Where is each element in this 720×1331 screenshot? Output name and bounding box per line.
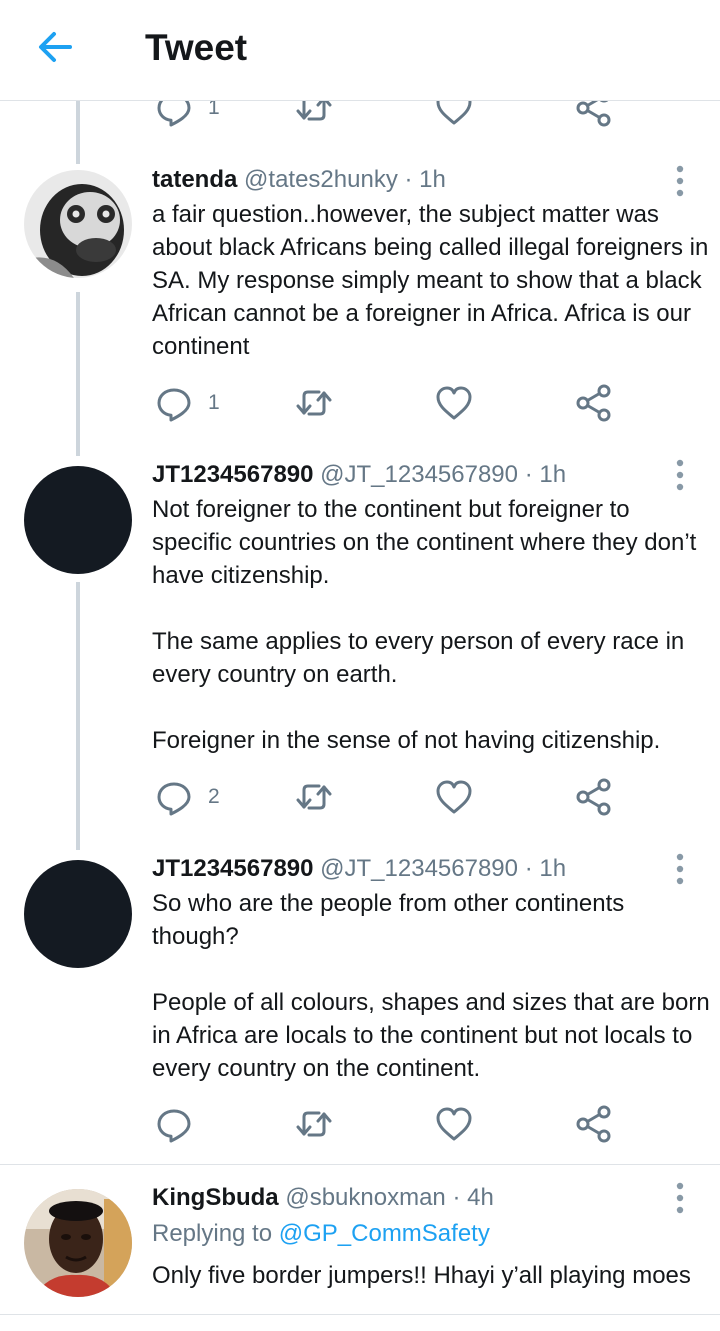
replying-to-label: Replying to (152, 1220, 273, 1247)
tweet-paragraph: a fair question..however, the subject ma… (152, 201, 709, 360)
retweet-icon (294, 777, 334, 817)
avatar[interactable] (24, 1189, 132, 1297)
display-name[interactable]: JT1234567890 (152, 855, 313, 882)
tweet-paragraph: Not foreigner to the continent but forei… (152, 496, 697, 589)
share-button[interactable] (574, 777, 614, 817)
share-button[interactable] (574, 1104, 614, 1144)
heart-icon (434, 777, 474, 817)
bottom-edge (0, 1314, 720, 1331)
tweet-header: KingSbuda @sbuknoxman · 4h (152, 1184, 494, 1212)
reply-button[interactable]: 1 (154, 383, 220, 423)
avatar[interactable] (24, 170, 132, 278)
thread-line (76, 292, 80, 456)
vertical-dots-icon (666, 1203, 694, 1220)
share-button[interactable] (574, 383, 614, 423)
tweet-paragraph: Foreigner in the sense of not having cit… (152, 727, 661, 754)
timestamp: · 4h (452, 1184, 494, 1211)
top-app-bar: Tweet (0, 0, 720, 101)
display-name[interactable]: KingSbuda (152, 1184, 279, 1211)
tweet-paragraph: The same applies to every person of ever… (152, 628, 685, 688)
tweet-text: So who are the people from other contine… (152, 887, 712, 1085)
retweet-button[interactable] (294, 383, 334, 423)
tweet-actions (152, 1104, 632, 1144)
reply-button[interactable]: 2 (154, 777, 220, 817)
user-handle[interactable]: @JT_1234567890 (320, 461, 518, 488)
retweet-button[interactable] (294, 777, 334, 817)
arrow-left-icon (30, 32, 82, 74)
tweet-text: Not foreigner to the continent but forei… (152, 493, 712, 757)
mention-link[interactable]: @GP_CommSafety (279, 1220, 490, 1247)
user-handle[interactable]: @tates2hunky (244, 166, 398, 193)
retweet-button[interactable] (294, 1104, 334, 1144)
reply-button[interactable] (154, 1104, 194, 1144)
comment-bubble-icon (154, 777, 194, 817)
replying-to: Replying to @GP_CommSafety (152, 1220, 490, 1248)
page-title: Tweet (145, 27, 248, 68)
tweet-paragraph: People of all colours, shapes and sizes … (152, 989, 710, 1082)
divider (0, 1164, 720, 1165)
avatar[interactable] (24, 466, 132, 574)
tweet-header: JT1234567890 @JT_1234567890 · 1h (152, 461, 566, 489)
more-options-button[interactable] (666, 163, 694, 199)
heart-icon (434, 383, 474, 423)
more-options-button[interactable] (666, 1180, 694, 1216)
comment-bubble-icon (154, 1104, 194, 1144)
like-button[interactable] (434, 777, 474, 817)
retweet-icon (294, 1104, 334, 1144)
thread-line (76, 100, 80, 164)
display-name[interactable]: tatenda (152, 166, 237, 193)
reply-count: 2 (208, 785, 220, 808)
timestamp: · 1h (524, 461, 567, 488)
more-options-button[interactable] (666, 457, 694, 493)
thread-line (76, 582, 80, 850)
tweet-actions: 2 (152, 777, 632, 817)
tweet-paragraph: So who are the people from other contine… (152, 890, 625, 950)
more-options-button[interactable] (666, 851, 694, 887)
like-button[interactable] (434, 383, 474, 423)
tweet-actions: 1 (152, 383, 632, 423)
avatar[interactable] (24, 860, 132, 968)
user-handle[interactable]: @JT_1234567890 (320, 855, 518, 882)
tweet-text: Only five border jumpers!! Hhayi y’all p… (152, 1259, 712, 1292)
timestamp: · 1h (524, 855, 567, 882)
retweet-icon (294, 383, 334, 423)
tweet-header: tatenda @tates2hunky · 1h (152, 166, 446, 194)
tweet-text: a fair question..however, the subject ma… (152, 198, 712, 363)
tweet-paragraph: Only five border jumpers!! Hhayi y’all p… (152, 1262, 691, 1289)
heart-icon (434, 1104, 474, 1144)
back-button[interactable] (30, 24, 82, 70)
reply-count: 1 (208, 391, 220, 414)
like-button[interactable] (434, 1104, 474, 1144)
display-name[interactable]: JT1234567890 (152, 461, 313, 488)
share-icon (574, 777, 614, 817)
user-handle[interactable]: @sbuknoxman (285, 1184, 445, 1211)
share-icon (574, 1104, 614, 1144)
timestamp: · 1h (404, 166, 446, 193)
comment-bubble-icon (154, 383, 194, 423)
share-icon (574, 383, 614, 423)
tweet-header: JT1234567890 @JT_1234567890 · 1h (152, 855, 566, 883)
